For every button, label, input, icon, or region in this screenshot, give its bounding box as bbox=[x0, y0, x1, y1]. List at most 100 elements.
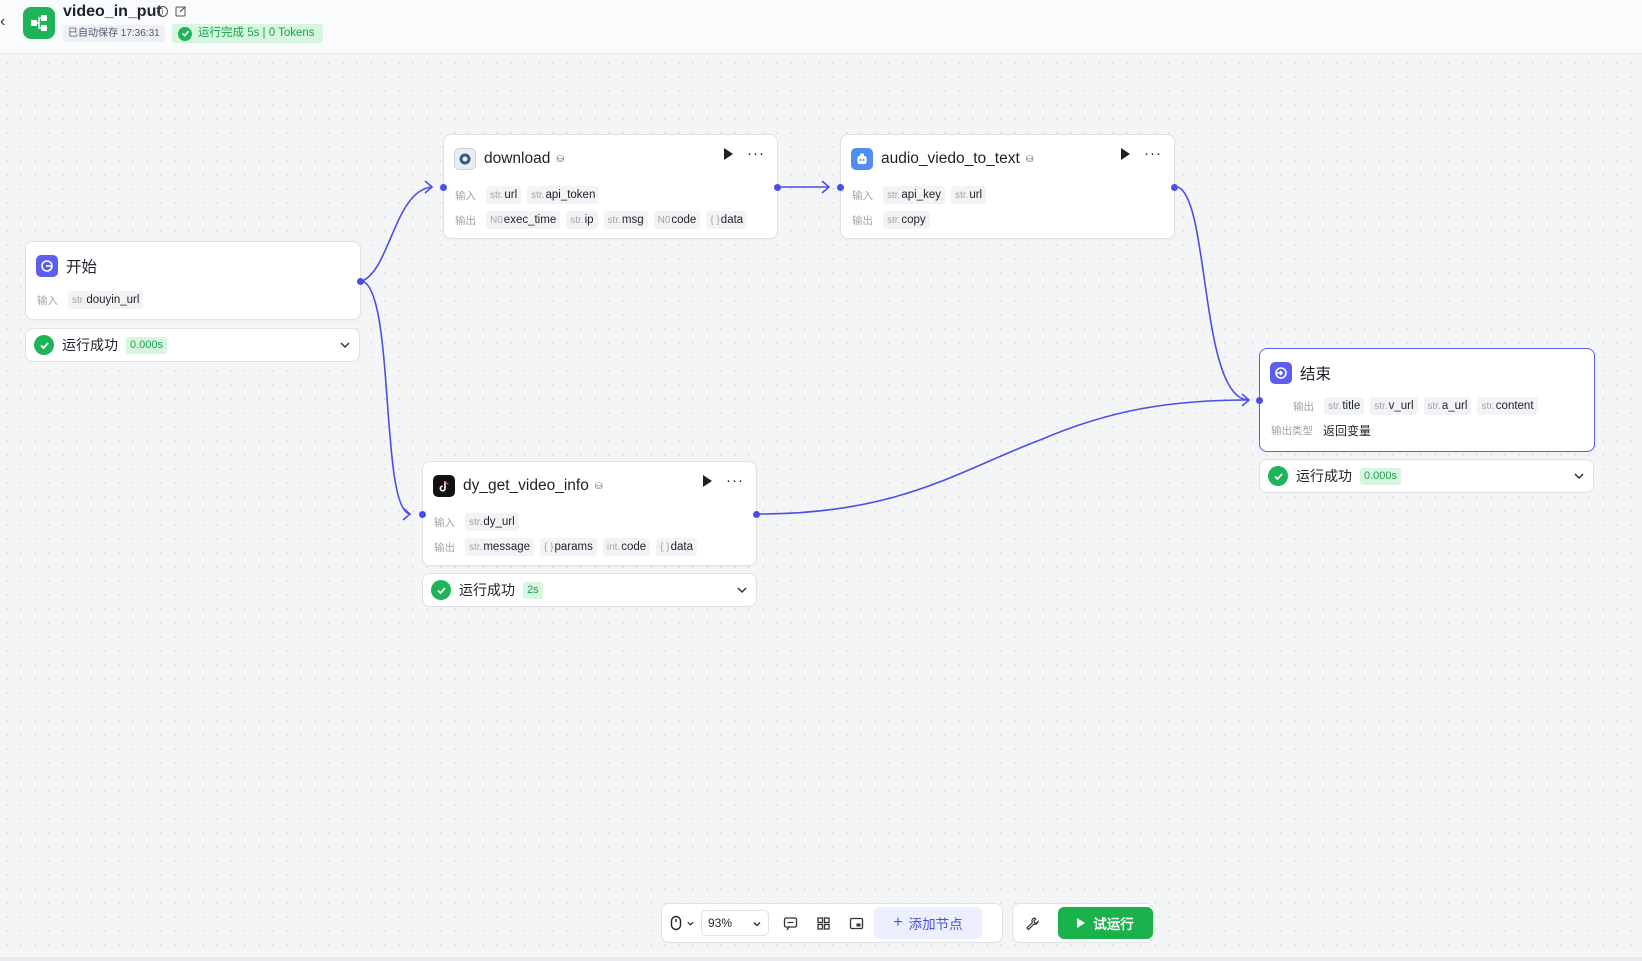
run-node-button[interactable] bbox=[703, 475, 712, 487]
chevron-down-icon bbox=[1574, 473, 1584, 480]
var-tag: str.api_key bbox=[883, 186, 945, 204]
output-port[interactable] bbox=[1171, 184, 1178, 191]
chevron-down-icon bbox=[340, 342, 350, 349]
node-start[interactable]: 开始 输入 str.douyin_url bbox=[25, 241, 364, 320]
output-type-value: 返回变量 bbox=[1323, 423, 1372, 438]
input-port[interactable] bbox=[1256, 397, 1263, 404]
var-tag: int.code bbox=[602, 538, 651, 556]
run-node-button[interactable] bbox=[724, 148, 733, 160]
var-tag: N0code bbox=[653, 211, 701, 229]
edge-dy-end bbox=[758, 399, 1250, 515]
more-options-button[interactable]: ··· bbox=[747, 146, 765, 161]
var-tag: str.url bbox=[950, 186, 987, 204]
var-tag: str.dy_url bbox=[465, 513, 519, 531]
auto-layout-button[interactable] bbox=[816, 916, 831, 931]
node-end-title: 结束 bbox=[1300, 366, 1332, 383]
success-check-icon bbox=[431, 580, 451, 600]
var-tag: { }data bbox=[706, 211, 748, 229]
run-toolbar: 试运行 bbox=[1012, 903, 1154, 943]
success-check-icon bbox=[34, 335, 54, 355]
download-plugin-icon bbox=[454, 148, 476, 170]
play-icon bbox=[1077, 918, 1086, 928]
start-run-result[interactable]: 运行成功 0.000s bbox=[25, 328, 360, 362]
canvas-toolbar: 93% + 添加节点 bbox=[661, 903, 1003, 943]
output-type-label: 输出类型 bbox=[1271, 424, 1313, 437]
add-node-label: 添加节点 bbox=[908, 917, 963, 932]
output-port[interactable] bbox=[753, 511, 760, 518]
audio-plugin-icon bbox=[851, 148, 873, 170]
node-dy-get-video-info[interactable]: dy_get_video_info ⛁ ··· 输入 str.dy_url 输出… bbox=[419, 461, 760, 566]
more-options-button[interactable]: ··· bbox=[1144, 146, 1162, 161]
var-tag: str.content bbox=[1477, 397, 1538, 415]
dy-run-result[interactable]: 运行成功 2s bbox=[422, 573, 757, 607]
end-run-result[interactable]: 运行成功 0.000s bbox=[1259, 459, 1594, 493]
var-tag: { }data bbox=[656, 538, 697, 556]
var-tag: str.title bbox=[1324, 397, 1365, 415]
result-duration: 0.000s bbox=[126, 336, 168, 354]
node-start-title: 开始 bbox=[66, 259, 98, 276]
end-node-icon bbox=[1270, 362, 1292, 384]
input-port[interactable] bbox=[419, 511, 426, 518]
node-end[interactable]: 结束 输出 str.title str.v_url str.a_url str.… bbox=[1256, 348, 1595, 452]
zoom-select[interactable]: 93% bbox=[701, 910, 769, 936]
result-text: 运行成功 bbox=[62, 337, 118, 353]
input-label: 输入 bbox=[852, 189, 873, 202]
trial-run-label: 试运行 bbox=[1093, 917, 1134, 932]
input-port[interactable] bbox=[440, 184, 447, 191]
node-download-title: download bbox=[484, 150, 551, 167]
var-tag: str.copy bbox=[883, 211, 930, 229]
debug-tools-button[interactable] bbox=[1025, 916, 1040, 931]
var-tag: str.message bbox=[465, 538, 535, 556]
output-label: 输出 bbox=[1293, 400, 1314, 413]
output-label: 输出 bbox=[455, 214, 476, 227]
trial-run-button[interactable]: 试运行 bbox=[1058, 907, 1153, 939]
zoom-value: 93% bbox=[708, 916, 733, 930]
input-port[interactable] bbox=[837, 184, 844, 191]
node-audio-title: audio_viedo_to_text bbox=[881, 150, 1020, 167]
chevron-down-icon bbox=[753, 922, 761, 927]
tiktok-icon bbox=[433, 475, 455, 497]
node-dy-title: dy_get_video_info bbox=[463, 477, 589, 494]
result-text: 运行成功 bbox=[459, 582, 515, 598]
output-label: 输出 bbox=[434, 541, 455, 554]
result-duration: 0.000s bbox=[1360, 467, 1402, 485]
add-node-button[interactable]: + 添加节点 bbox=[874, 907, 982, 939]
var-tag: str.url bbox=[486, 186, 522, 204]
arrow-dy bbox=[402, 507, 412, 521]
minimap-button[interactable] bbox=[849, 916, 864, 931]
plus-icon: + bbox=[893, 914, 903, 931]
edge-audio-end bbox=[1177, 186, 1250, 401]
run-node-button[interactable] bbox=[1121, 148, 1130, 160]
output-port[interactable] bbox=[357, 278, 364, 285]
var-tag: str.v_url bbox=[1370, 397, 1418, 415]
minimap-icon bbox=[849, 917, 864, 929]
var-tag: str.a_url bbox=[1423, 397, 1472, 415]
start-node-icon bbox=[36, 255, 58, 277]
layout-grid-icon bbox=[817, 916, 830, 930]
var-tag: { }params bbox=[540, 538, 597, 556]
result-duration: 2s bbox=[523, 581, 543, 599]
chevron-down-icon bbox=[737, 587, 747, 594]
node-download[interactable]: download ⛁ ··· 输入 str.url str.api_token … bbox=[440, 134, 781, 239]
var-tag: str.douyin_url bbox=[68, 291, 144, 309]
var-tag: N0exec_time bbox=[486, 211, 561, 229]
interaction-mode-button[interactable] bbox=[670, 915, 695, 931]
mouse-icon bbox=[670, 915, 682, 931]
comment-button[interactable] bbox=[783, 916, 798, 931]
output-port[interactable] bbox=[774, 184, 781, 191]
input-label: 输入 bbox=[434, 516, 455, 529]
var-tag: str.msg bbox=[603, 211, 648, 229]
node-audio-viedo-to-text[interactable]: audio_viedo_to_text ⛁ ··· 输入 str.api_key… bbox=[837, 134, 1178, 239]
input-label: 输入 bbox=[455, 189, 476, 202]
bottom-border bbox=[0, 957, 1642, 961]
edge-start-download bbox=[361, 186, 433, 282]
plugin-badge-icon: ⛁ bbox=[556, 153, 564, 164]
more-options-button[interactable]: ··· bbox=[726, 473, 744, 488]
input-label: 输入 bbox=[37, 294, 58, 307]
var-tag: str.ip bbox=[566, 211, 598, 229]
wrench-icon bbox=[1026, 916, 1039, 930]
plugin-badge-icon: ⛁ bbox=[1025, 153, 1034, 164]
success-check-icon bbox=[1268, 466, 1288, 486]
var-tag: str.api_token bbox=[527, 186, 600, 204]
output-label: 输出 bbox=[852, 214, 873, 227]
